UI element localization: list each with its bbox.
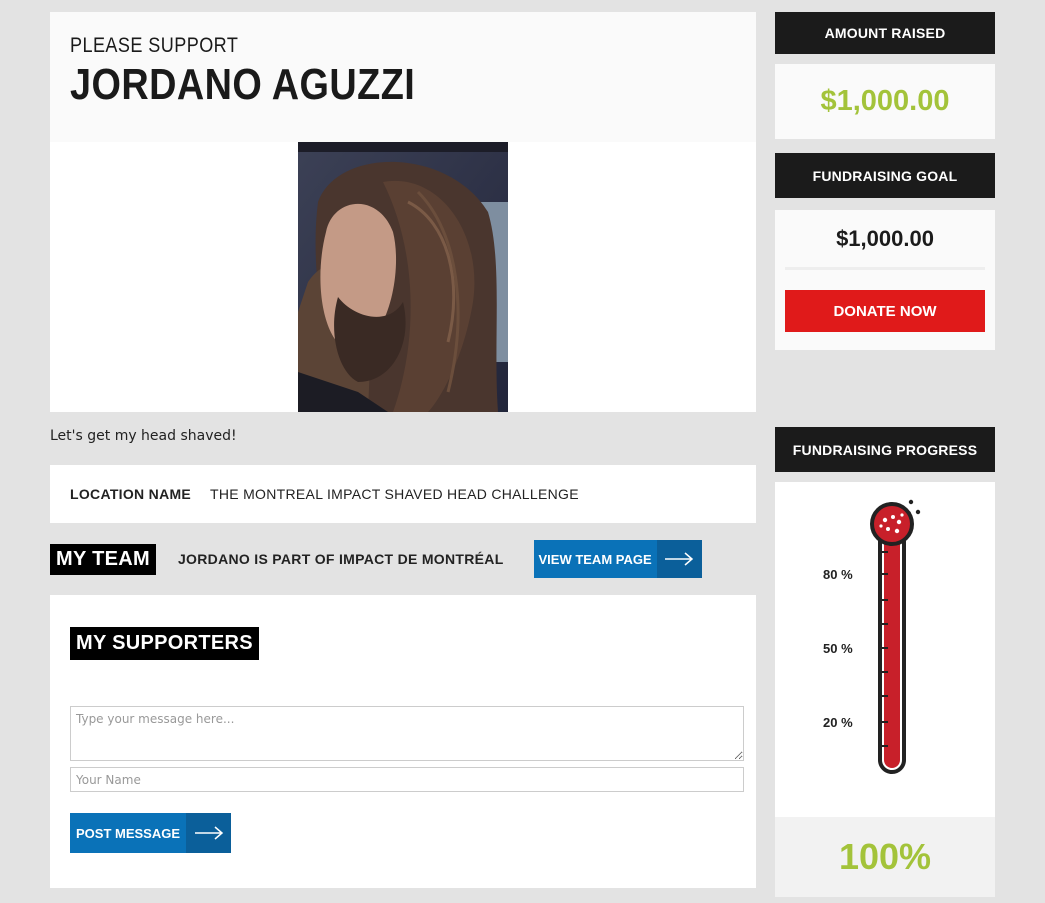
thermo-tick-label: 20 % — [823, 715, 853, 730]
photo-area — [50, 142, 756, 412]
view-team-page-button[interactable]: VIEW TEAM PAGE — [533, 540, 702, 578]
goal-box: $1,000.00 DONATE NOW — [775, 210, 995, 350]
arrow-right-icon — [186, 813, 231, 853]
view-team-page-label: VIEW TEAM PAGE — [533, 540, 657, 578]
arrow-right-icon — [656, 540, 702, 578]
fundraising-progress-header: FUNDRAISING PROGRESS — [775, 427, 995, 472]
supporter-name-input[interactable] — [70, 767, 744, 792]
fundraiser-name: JORDANO AGUZZI — [70, 60, 416, 109]
supporters-card: MY SUPPORTERS POST MESSAGE — [50, 595, 756, 888]
thermo-tick-label: 80 % — [823, 567, 853, 582]
post-message-label: POST MESSAGE — [70, 813, 186, 853]
fundraising-goal-value: $1,000.00 — [785, 210, 985, 270]
thermometer-box: 80 % 50 % 20 % — [775, 482, 995, 817]
location-label: LOCATION NAME — [70, 486, 192, 502]
page-header: PLEASE SUPPORT JORDANO AGUZZI — [50, 12, 756, 142]
support-kicker: PLEASE SUPPORT — [70, 34, 239, 57]
profile-photo — [298, 142, 508, 412]
message-textarea[interactable] — [70, 706, 744, 761]
location-value: THE MONTREAL IMPACT SHAVED HEAD CHALLENG… — [210, 486, 579, 502]
progress-percent: 100% — [775, 817, 995, 897]
sidebar: AMOUNT RAISED $1,000.00 FUNDRAISING GOAL… — [775, 12, 995, 350]
tagline: Let's get my head shaved! — [50, 428, 237, 444]
fundraising-goal-header: FUNDRAISING GOAL — [775, 153, 995, 198]
amount-raised-value: $1,000.00 — [775, 64, 995, 139]
post-message-button[interactable]: POST MESSAGE — [70, 813, 231, 853]
team-row: MY TEAM JORDANO IS PART OF IMPACT DE MON… — [50, 523, 756, 595]
my-supporters-heading: MY SUPPORTERS — [70, 627, 259, 660]
thermometer-graphic: 80 % 50 % 20 % — [823, 499, 921, 774]
donate-now-button[interactable]: DONATE NOW — [785, 290, 985, 332]
thermo-tick-label: 50 % — [823, 641, 853, 656]
location-card: LOCATION NAME THE MONTREAL IMPACT SHAVED… — [50, 465, 756, 523]
amount-raised-header: AMOUNT RAISED — [775, 12, 995, 54]
my-team-heading: MY TEAM — [50, 543, 156, 575]
main-column: PLEASE SUPPORT JORDANO AGUZZI Let's get … — [50, 12, 756, 888]
team-membership-text: JORDANO IS PART OF IMPACT DE MONTRÉAL — [177, 551, 504, 567]
